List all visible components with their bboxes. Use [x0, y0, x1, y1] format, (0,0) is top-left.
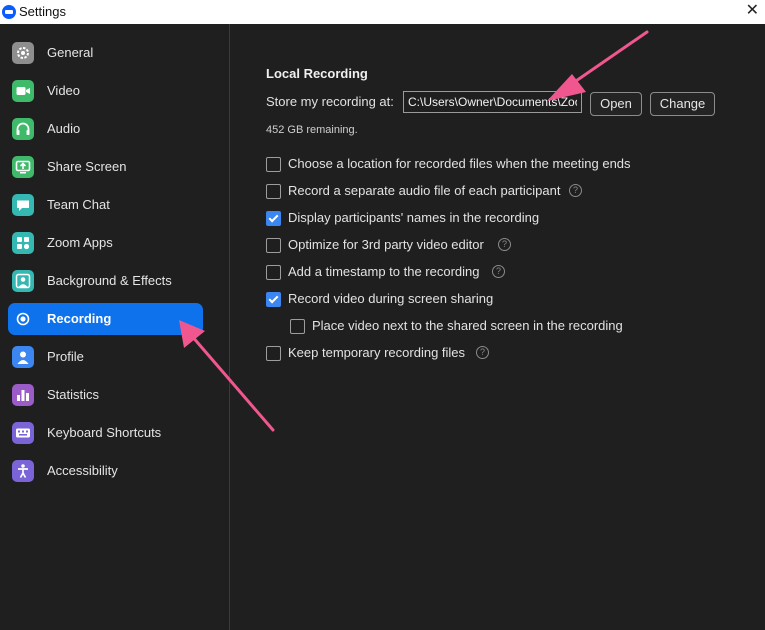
section-title: Local Recording — [266, 66, 368, 81]
sidebar-item-recording[interactable]: Recording — [8, 303, 203, 335]
change-button[interactable]: Change — [650, 92, 715, 116]
gear-icon — [12, 42, 34, 64]
sidebar-item-share-screen[interactable]: Share Screen — [8, 151, 203, 183]
help-icon[interactable]: ? — [569, 184, 582, 197]
sidebar-item-label: Zoom Apps — [47, 235, 113, 250]
chat-bubble-icon — [12, 194, 34, 216]
sidebar-item-label: Video — [47, 83, 81, 98]
checkbox[interactable] — [266, 346, 281, 361]
headphones-icon — [12, 118, 34, 140]
option-label: Record video during screen sharing — [288, 291, 494, 306]
option-label: Add a timestamp to the recording — [288, 264, 480, 279]
sidebar-item-zoom-apps[interactable]: Zoom Apps — [8, 227, 203, 259]
accessibility-icon — [12, 460, 34, 482]
checkbox[interactable] — [290, 319, 305, 334]
record-icon — [12, 308, 34, 330]
storage-remaining: 452 GB remaining. — [266, 124, 358, 136]
keyboard-icon — [12, 422, 34, 444]
sidebar-item-label: Background & Effects — [47, 273, 172, 288]
option-label: Optimize for 3rd party video editor — [288, 237, 484, 252]
checkbox[interactable] — [266, 265, 281, 280]
option-label: Record a separate audio file of each par… — [288, 183, 561, 198]
recording-path-input[interactable] — [403, 91, 582, 113]
checkbox[interactable] — [266, 157, 281, 172]
sidebar-item-accessibility[interactable]: Accessibility — [8, 455, 203, 487]
sidebar-item-label: General — [47, 45, 94, 60]
sidebar-item-background-effects[interactable]: Background & Effects — [8, 265, 203, 297]
sidebar-item-label: Share Screen — [47, 159, 127, 174]
checkbox[interactable] — [266, 238, 281, 253]
open-button[interactable]: Open — [590, 92, 642, 116]
help-icon[interactable]: ? — [492, 265, 505, 278]
sidebar-item-label: Audio — [47, 121, 81, 136]
window-title: Settings — [19, 4, 66, 19]
recording-settings-panel: Local Recording Store my recording at: O… — [230, 24, 765, 630]
sidebar-item-video[interactable]: Video — [8, 75, 203, 107]
person-frame-icon — [12, 270, 34, 292]
help-icon[interactable]: ? — [476, 346, 489, 359]
settings-sidebar: General Video Audio Share Screen Team Ch… — [0, 24, 229, 630]
sidebar-item-label: Keyboard Shortcuts — [47, 425, 162, 440]
sidebar-item-audio[interactable]: Audio — [8, 113, 203, 145]
video-camera-icon — [12, 80, 34, 102]
sidebar-item-profile[interactable]: Profile — [8, 341, 203, 373]
store-location-label: Store my recording at: — [266, 94, 394, 109]
sidebar-item-label: Recording — [47, 311, 112, 326]
sidebar-item-general[interactable]: General — [8, 37, 203, 69]
sidebar-item-label: Profile — [47, 349, 84, 364]
checkbox[interactable] — [266, 211, 281, 226]
checkbox[interactable] — [266, 292, 281, 307]
share-screen-icon — [12, 156, 34, 178]
option-label: Keep temporary recording files — [288, 345, 466, 360]
sidebar-item-label: Team Chat — [47, 197, 110, 212]
sidebar-item-label: Statistics — [47, 387, 100, 402]
option-label: Choose a location for recorded files whe… — [288, 156, 631, 171]
sidebar-item-statistics[interactable]: Statistics — [8, 379, 203, 411]
apps-icon — [12, 232, 34, 254]
close-icon[interactable]: ✕ — [746, 1, 759, 21]
bar-chart-icon — [12, 384, 34, 406]
sidebar-item-keyboard-shortcuts[interactable]: Keyboard Shortcuts — [8, 417, 203, 449]
sidebar-item-team-chat[interactable]: Team Chat — [8, 189, 203, 221]
option-label: Place video next to the shared screen in… — [312, 318, 623, 333]
option-label: Display participants' names in the recor… — [288, 210, 540, 225]
person-icon — [12, 346, 34, 368]
help-icon[interactable]: ? — [498, 238, 511, 251]
title-bar: Settings ✕ — [0, 0, 765, 24]
zoom-logo-icon — [2, 5, 16, 19]
sidebar-item-label: Accessibility — [47, 463, 118, 478]
checkbox[interactable] — [266, 184, 281, 199]
